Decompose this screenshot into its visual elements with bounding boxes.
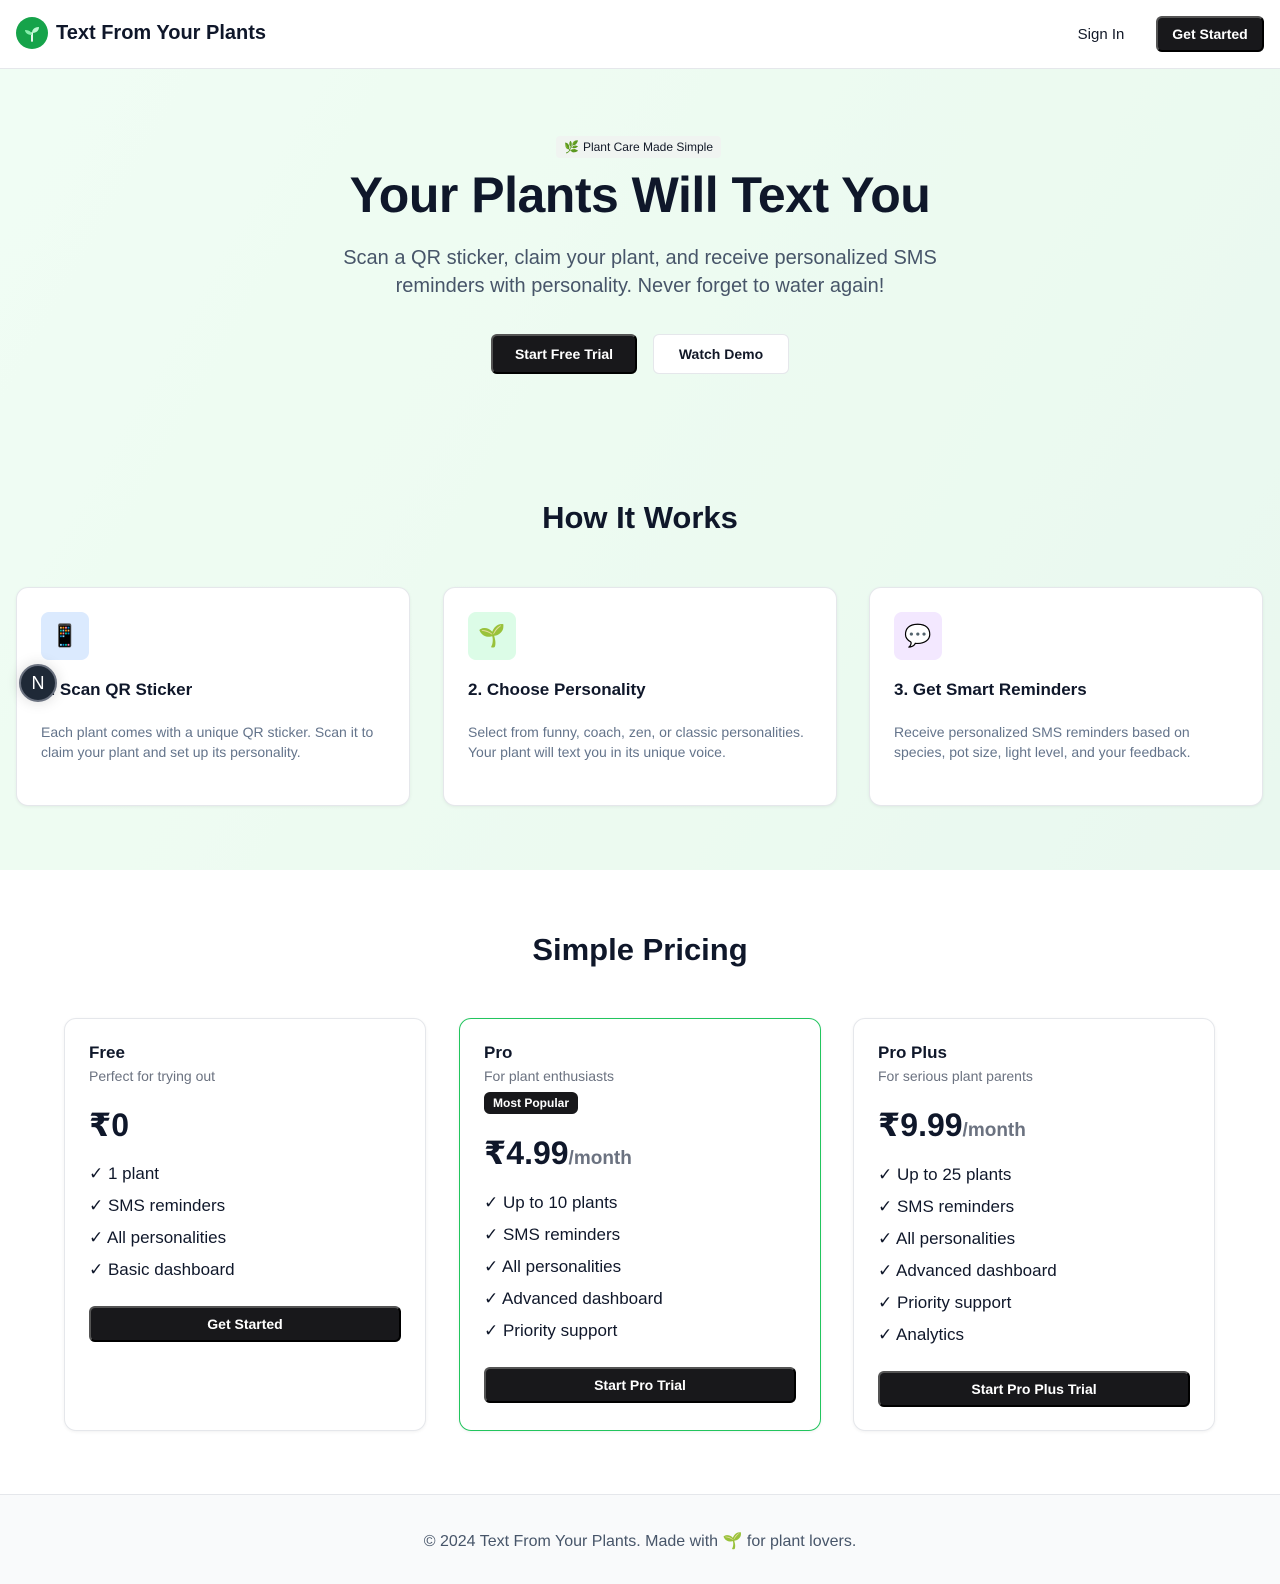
plan-name: Free xyxy=(89,1043,125,1062)
pricing-title: Simple Pricing xyxy=(532,932,748,967)
feature-item: ✓ Up to 10 plants xyxy=(484,1193,618,1212)
step-card: 💬 3. Get Smart Reminders Receive persona… xyxy=(869,587,1263,806)
footer: © 2024 Text From Your Plants. Made with … xyxy=(0,1494,1280,1584)
feature-item: ✓ SMS reminders xyxy=(878,1197,1015,1216)
feature-item: ✓ Basic dashboard xyxy=(89,1260,235,1279)
plan-tagline: For plant enthusiasts xyxy=(484,1068,614,1084)
feature-item: ✓ Priority support xyxy=(484,1321,618,1340)
watch-demo-button[interactable]: Watch Demo xyxy=(653,334,789,374)
seedling-icon: 🌱 xyxy=(468,612,516,660)
brand-name: Text From Your Plants xyxy=(56,21,267,44)
step-card: 🌱 2. Choose Personality Select from funn… xyxy=(443,587,837,806)
feature-item: ✓ All personalities xyxy=(484,1257,622,1276)
start-pro-trial-button[interactable]: Start Pro Trial xyxy=(484,1367,796,1403)
most-popular-badge: Most Popular xyxy=(484,1092,579,1114)
plan-tagline: Perfect for trying out xyxy=(89,1068,216,1084)
plan-price: ₹9.99/month xyxy=(878,1107,1026,1143)
step-title: 1. Scan QR Sticker xyxy=(41,680,193,699)
feature-item: ✓ All personalities xyxy=(89,1228,227,1247)
feature-item: ✓ Advanced dashboard xyxy=(484,1289,663,1308)
hero-badge-label: Plant Care Made Simple xyxy=(582,140,714,154)
herb-icon: 🌿 xyxy=(564,140,579,154)
feature-list: ✓ Up to 10 plants ✓ SMS reminders ✓ All … xyxy=(484,1192,663,1352)
hero-title: Your Plants Will Text You xyxy=(349,167,931,223)
feature-list: ✓ Up to 25 plants ✓ SMS reminders ✓ All … xyxy=(878,1164,1057,1356)
feature-item: ✓ Priority support xyxy=(878,1293,1012,1312)
top-nav: Text From Your Plants Sign In Get Starte… xyxy=(0,0,1280,69)
pricing-card-free: Free Perfect for trying out ₹0 ✓ 1 plant… xyxy=(64,1018,426,1431)
feature-item: ✓ 1 plant xyxy=(89,1164,160,1183)
plan-tagline: For serious plant parents xyxy=(878,1068,1033,1084)
speech-bubble-icon: 💬 xyxy=(894,612,942,660)
footer-text: © 2024 Text From Your Plants. Made with … xyxy=(0,1531,1280,1551)
start-free-trial-button[interactable]: Start Free Trial xyxy=(491,334,637,374)
free-get-started-button[interactable]: Get Started xyxy=(89,1306,401,1342)
pricing-card-pro-plus: Pro Plus For serious plant parents ₹9.99… xyxy=(853,1018,1215,1431)
plan-name: Pro xyxy=(484,1043,513,1062)
feature-item: ✓ SMS reminders xyxy=(484,1225,621,1244)
phone-icon: 📱 xyxy=(41,612,89,660)
sign-in-button[interactable]: Sign In xyxy=(1063,16,1139,52)
step-description: Each plant comes with a unique QR sticke… xyxy=(41,724,374,760)
footer-tagline: for plant lovers. xyxy=(746,1533,857,1550)
feature-item: ✓ Advanced dashboard xyxy=(878,1261,1057,1280)
hero-badge: 🌿 Plant Care Made Simple xyxy=(556,136,722,158)
brand[interactable]: Text From Your Plants xyxy=(16,17,266,49)
floating-dev-badge[interactable]: N xyxy=(19,664,57,702)
feature-item: ✓ Analytics xyxy=(878,1325,965,1344)
pricing-card-pro: Pro For plant enthusiasts Most Popular ₹… xyxy=(459,1018,821,1431)
plan-name: Pro Plus xyxy=(878,1043,947,1062)
seedling-icon: 🌱 xyxy=(722,1533,743,1550)
feature-list: ✓ 1 plant ✓ SMS reminders ✓ All personal… xyxy=(89,1163,235,1291)
plan-price: ₹4.99/month xyxy=(484,1135,632,1171)
plan-price: ₹0 xyxy=(89,1107,130,1143)
feature-item: ✓ SMS reminders xyxy=(89,1196,226,1215)
seedling-icon xyxy=(16,17,48,49)
step-card: 📱 1. Scan QR Sticker Each plant comes wi… xyxy=(16,587,410,806)
step-description: Select from funny, coach, zen, or classi… xyxy=(468,724,804,760)
step-title: 2. Choose Personality xyxy=(468,680,646,699)
how-it-works-title: How It Works xyxy=(542,500,738,535)
hero-subtitle: Scan a QR sticker, claim your plant, and… xyxy=(343,247,937,297)
footer-copyright: © 2024 Text From Your Plants. Made with xyxy=(423,1533,719,1550)
step-title: 3. Get Smart Reminders xyxy=(894,680,1087,699)
feature-item: ✓ Up to 25 plants xyxy=(878,1165,1012,1184)
step-description: Receive personalized SMS reminders based… xyxy=(894,724,1191,760)
feature-item: ✓ All personalities xyxy=(878,1229,1016,1248)
get-started-button[interactable]: Get Started xyxy=(1156,16,1264,52)
start-pro-plus-trial-button[interactable]: Start Pro Plus Trial xyxy=(878,1371,1190,1407)
